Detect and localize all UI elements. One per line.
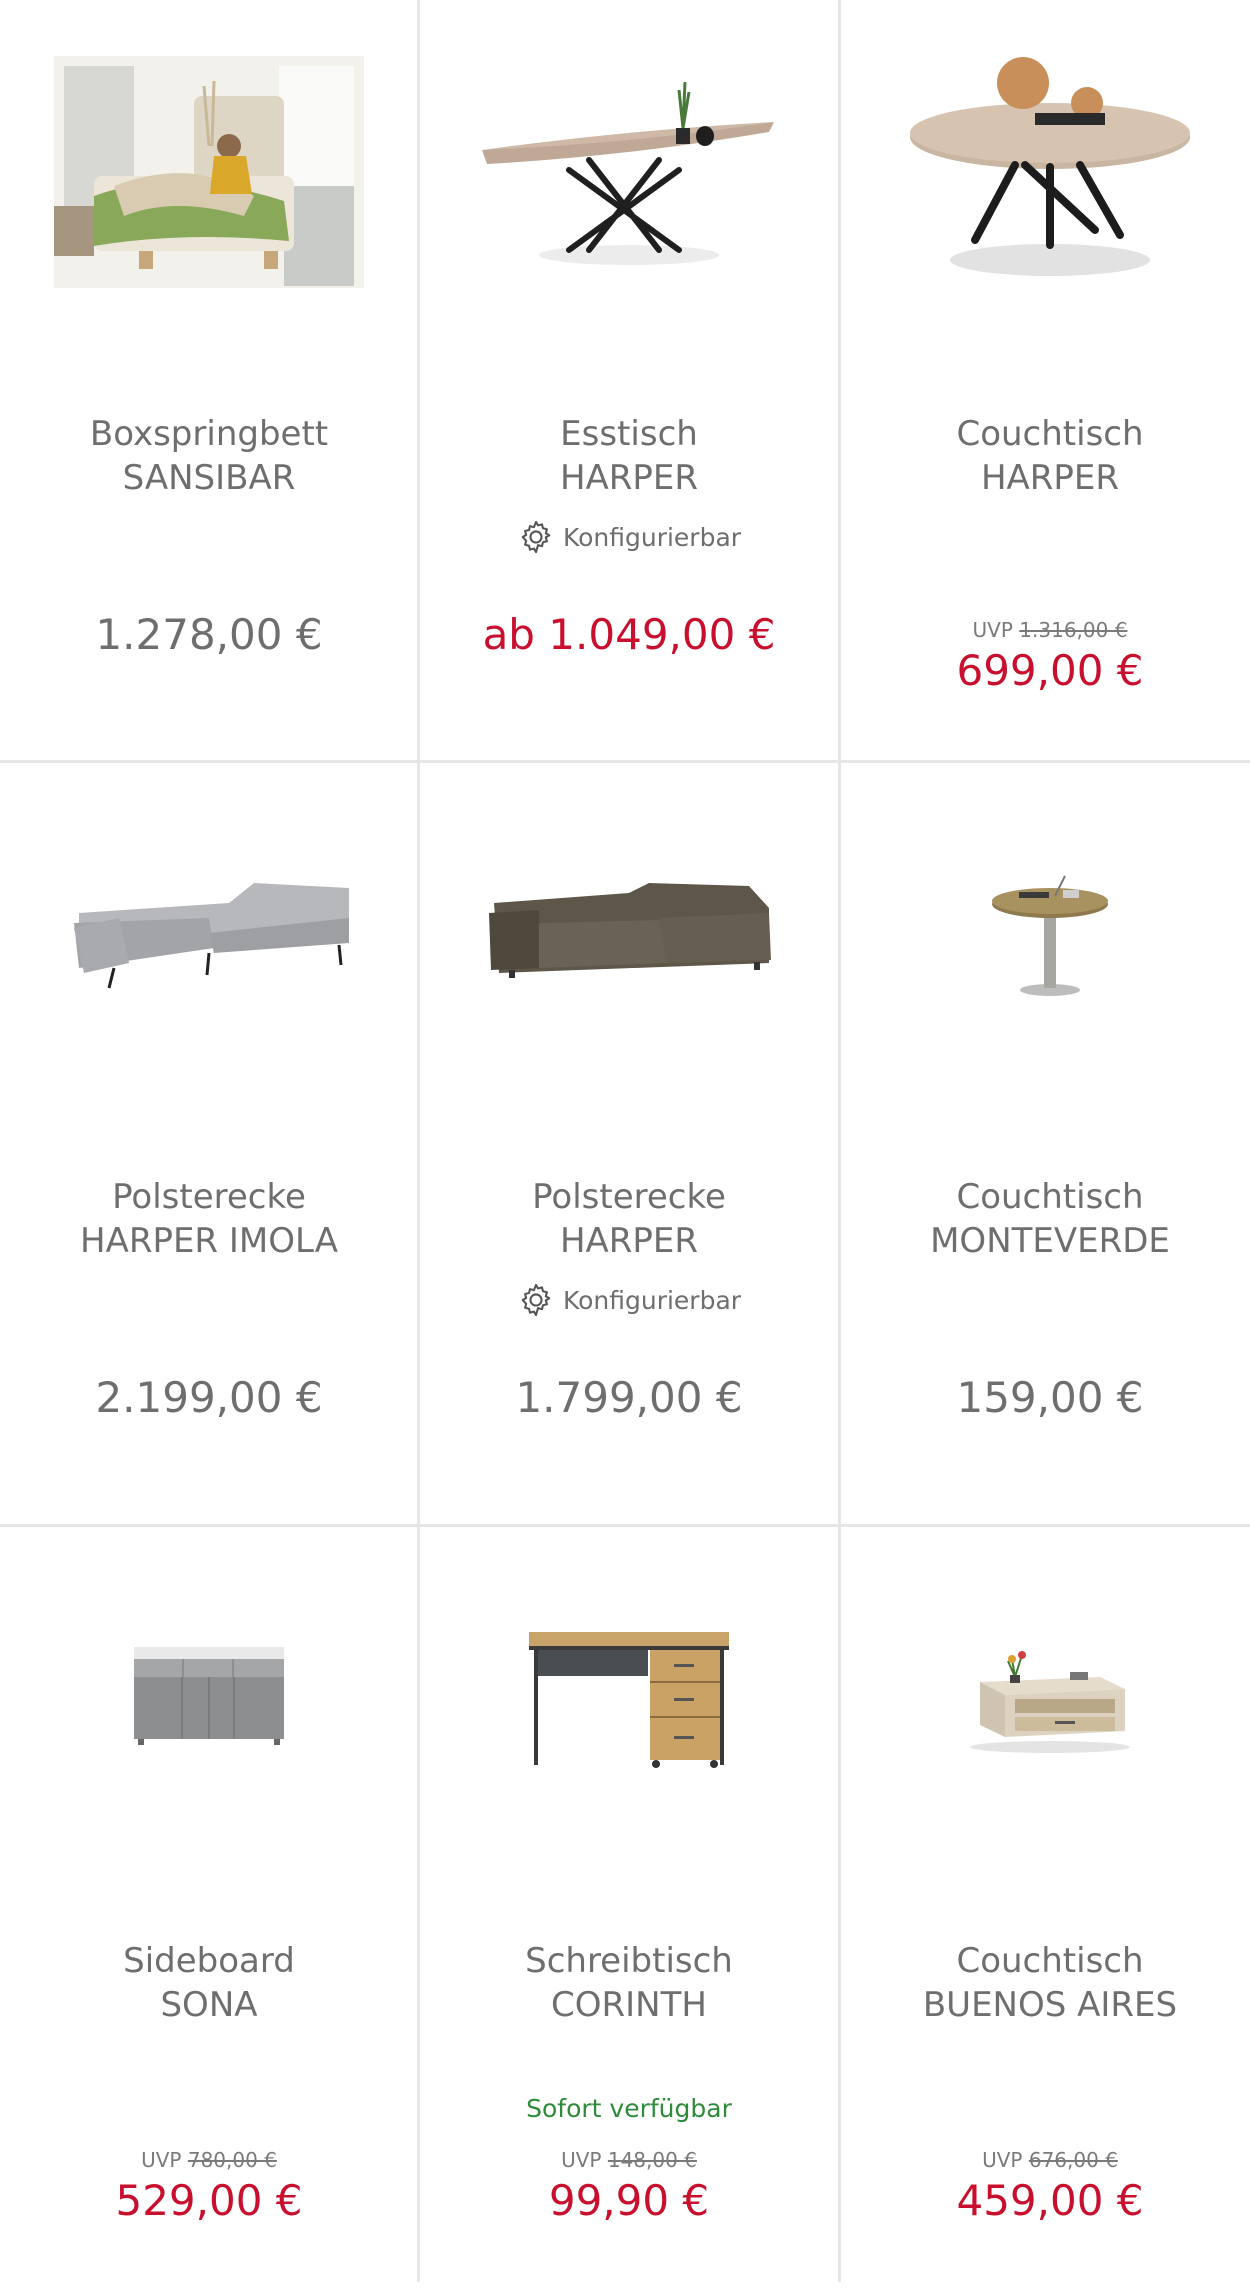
product-card[interactable]: Couchtisch HARPER UVP 1.316,00 € 699,00 … xyxy=(841,0,1250,762)
product-model: HARPER xyxy=(980,458,1120,498)
round-coffee-table xyxy=(910,57,1190,276)
configurable-badge: Konfigurierbar xyxy=(420,518,838,556)
product-model: HARPER xyxy=(559,458,699,498)
product-name: Schreibtisch xyxy=(525,1941,733,1981)
desk xyxy=(529,1632,729,1768)
product-price: 2.199,00 € xyxy=(95,1373,323,1422)
product-image[interactable] xyxy=(420,763,838,1103)
product-model: SONA xyxy=(160,1985,258,2025)
product-model: CORINTH xyxy=(551,1985,707,2025)
product-title[interactable]: Polsterecke HARPER IMOLA xyxy=(0,1175,418,1263)
product-card[interactable]: Couchtisch MONTEVERDE 159,00 € xyxy=(841,763,1250,1525)
uvp-price: UVP 148,00 € xyxy=(420,2148,838,2172)
uvp-label: UVP xyxy=(982,2148,1023,2172)
product-card[interactable]: Couchtisch BUENOS AIRES UVP 676,00 € 459… xyxy=(841,1527,1250,2289)
gear-icon xyxy=(521,520,551,554)
product-model: MONTEVERDE xyxy=(930,1221,1170,1261)
product-price: 459,00 € xyxy=(956,2176,1144,2225)
product-image[interactable] xyxy=(0,763,418,1103)
product-grid: Boxspringbett SANSIBAR 1.278,00 € Esstis… xyxy=(0,0,1250,2282)
product-name: Boxspringbett xyxy=(89,414,329,454)
product-title[interactable]: Schreibtisch CORINTH xyxy=(420,1939,838,2027)
product-name: Couchtisch xyxy=(956,1941,1144,1981)
product-title[interactable]: Couchtisch HARPER xyxy=(841,412,1250,500)
uvp-value: 148,00 € xyxy=(607,2148,697,2172)
uvp-value: 676,00 € xyxy=(1028,2148,1118,2172)
product-name: Polsterecke xyxy=(112,1177,306,1217)
product-name: Couchtisch xyxy=(956,414,1144,454)
rect-coffee-table xyxy=(970,1651,1130,1753)
product-card[interactable]: Polsterecke HARPER Konfigurierbar 1.799,… xyxy=(420,763,838,1525)
product-price: 1.799,00 € xyxy=(515,1373,743,1422)
product-name: Sideboard xyxy=(123,1941,295,1981)
uvp-price: UVP 1.316,00 € xyxy=(841,618,1250,642)
uvp-label: UVP xyxy=(972,618,1013,642)
product-name: Polsterecke xyxy=(532,1177,726,1217)
uvp-value: 1.316,00 € xyxy=(1019,618,1128,642)
product-price: 529,00 € xyxy=(115,2176,303,2225)
product-title[interactable]: Couchtisch MONTEVERDE xyxy=(841,1175,1250,1263)
product-title[interactable]: Polsterecke HARPER xyxy=(420,1175,838,1263)
uvp-label: UVP xyxy=(561,2148,602,2172)
product-price: 699,00 € xyxy=(956,646,1144,695)
product-price: ab 1.049,00 € xyxy=(482,610,776,659)
product-model: BUENOS AIRES xyxy=(922,1985,1178,2025)
configurable-label: Konfigurierbar xyxy=(562,522,742,552)
product-image[interactable] xyxy=(841,1527,1250,1867)
brown-corner-sofa xyxy=(489,883,771,978)
product-image[interactable] xyxy=(841,0,1250,340)
product-model: SANSIBAR xyxy=(122,458,296,498)
configurable-label: Konfigurierbar xyxy=(562,1285,742,1315)
product-model: HARPER xyxy=(559,1221,699,1261)
product-name: Esstisch xyxy=(560,414,698,454)
boxspring-bed-photo xyxy=(54,56,364,288)
product-card[interactable]: Schreibtisch CORINTH Sofort verfügbar UV… xyxy=(420,1527,838,2289)
gear-icon xyxy=(521,1283,551,1317)
product-card[interactable]: Esstisch HARPER Konfigurierbar ab 1.049,… xyxy=(420,0,838,762)
product-name: Couchtisch xyxy=(956,1177,1144,1217)
uvp-price: UVP 676,00 € xyxy=(841,2148,1250,2172)
product-title[interactable]: Boxspringbett SANSIBAR xyxy=(0,412,418,500)
product-title[interactable]: Sideboard SONA xyxy=(0,1939,418,2027)
uvp-label: UVP xyxy=(141,2148,182,2172)
uvp-value: 780,00 € xyxy=(187,2148,277,2172)
dining-table xyxy=(482,81,774,265)
uvp-price: UVP 780,00 € xyxy=(0,2148,418,2172)
product-title[interactable]: Esstisch HARPER xyxy=(420,412,838,500)
product-title[interactable]: Couchtisch BUENOS AIRES xyxy=(841,1939,1250,2027)
product-image[interactable] xyxy=(420,1527,838,1867)
product-image[interactable] xyxy=(420,0,838,340)
product-model: HARPER IMOLA xyxy=(80,1221,338,1261)
product-price: 159,00 € xyxy=(956,1373,1144,1422)
grey-sideboard xyxy=(134,1647,284,1745)
product-card[interactable]: Boxspringbett SANSIBAR 1.278,00 € xyxy=(0,0,418,762)
grey-corner-sofa xyxy=(74,883,349,989)
availability-label: Sofort verfügbar xyxy=(526,2094,732,2123)
configurable-badge: Konfigurierbar xyxy=(420,1281,838,1319)
product-price: 99,90 € xyxy=(548,2176,710,2225)
small-round-table xyxy=(992,875,1108,996)
product-image[interactable] xyxy=(841,763,1250,1103)
product-image[interactable] xyxy=(0,1527,418,1867)
product-card[interactable]: Polsterecke HARPER IMOLA 2.199,00 € xyxy=(0,763,418,1525)
product-card[interactable]: Sideboard SONA UVP 780,00 € 529,00 € xyxy=(0,1527,418,2289)
product-image[interactable] xyxy=(0,0,418,340)
product-price: 1.278,00 € xyxy=(95,610,323,659)
